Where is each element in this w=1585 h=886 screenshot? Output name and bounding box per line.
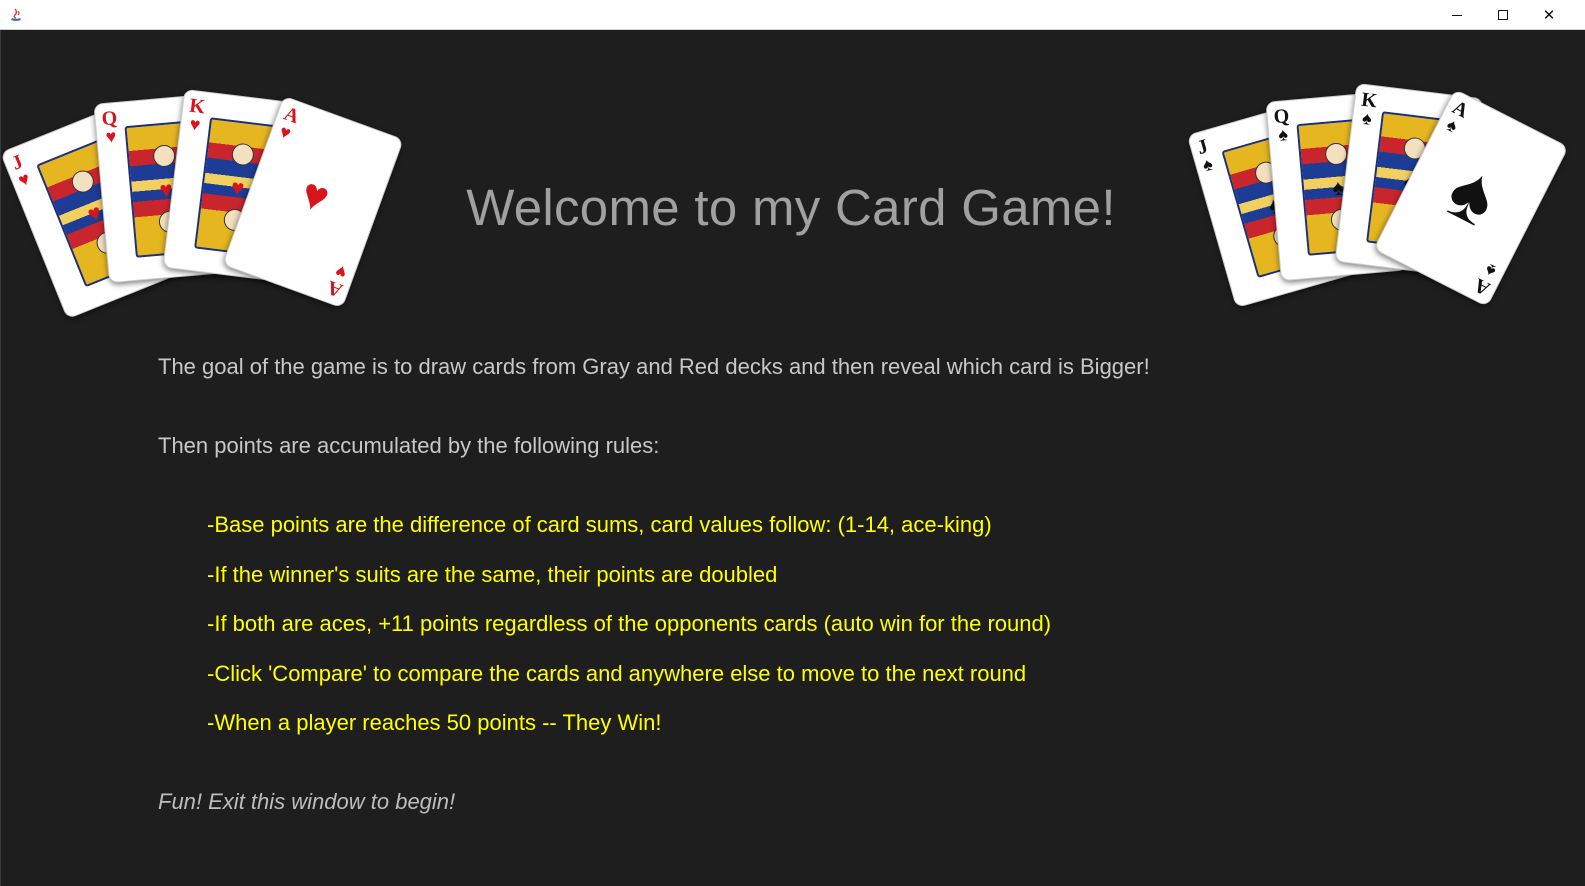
- close-icon: ✕: [1542, 6, 1556, 24]
- rule-same-suits: -If the winner's suits are the same, the…: [207, 562, 778, 587]
- exit-instruction: Fun! Exit this window to begin!: [158, 789, 456, 814]
- hearts-card-fan: J♥ ♥ J♥ Q♥ ♥ Q♥ K♥ ♥ K♥ A♥ ♥ A♥: [0, 50, 421, 350]
- page-title: Welcome to my Card Game!: [466, 179, 1116, 236]
- rule-compare-click: -Click 'Compare' to compare the cards an…: [207, 661, 1027, 686]
- rule-both-aces: -If both are aces, +11 points regardless…: [207, 611, 1052, 636]
- minimize-icon: [1452, 14, 1462, 16]
- rule-win-condition: -When a player reaches 50 points -- They…: [207, 710, 662, 735]
- maximize-icon: [1498, 10, 1508, 20]
- close-button[interactable]: ✕: [1526, 0, 1572, 30]
- java-app-icon: [11, 8, 21, 21]
- window-titlebar: ✕: [0, 0, 1585, 30]
- maximize-button[interactable]: [1480, 0, 1526, 30]
- main-panel[interactable]: J♥ ♥ J♥ Q♥ ♥ Q♥ K♥ ♥ K♥ A♥ ♥ A♥ Welcome …: [0, 30, 1585, 886]
- spades-card-fan: J♠ ♠ J♠ Q♠ ♠ Q♠ K♠ ♠ K♠ A♠ ♠ A♠: [1181, 50, 1585, 350]
- goal-description: The goal of the game is to draw cards fr…: [158, 354, 1150, 379]
- heart-pip-icon: ♥: [294, 168, 336, 224]
- minimize-button[interactable]: [1434, 0, 1480, 30]
- rules-heading: Then points are accumulated by the follo…: [158, 433, 660, 458]
- rule-base-points: -Base points are the difference of card …: [207, 512, 992, 537]
